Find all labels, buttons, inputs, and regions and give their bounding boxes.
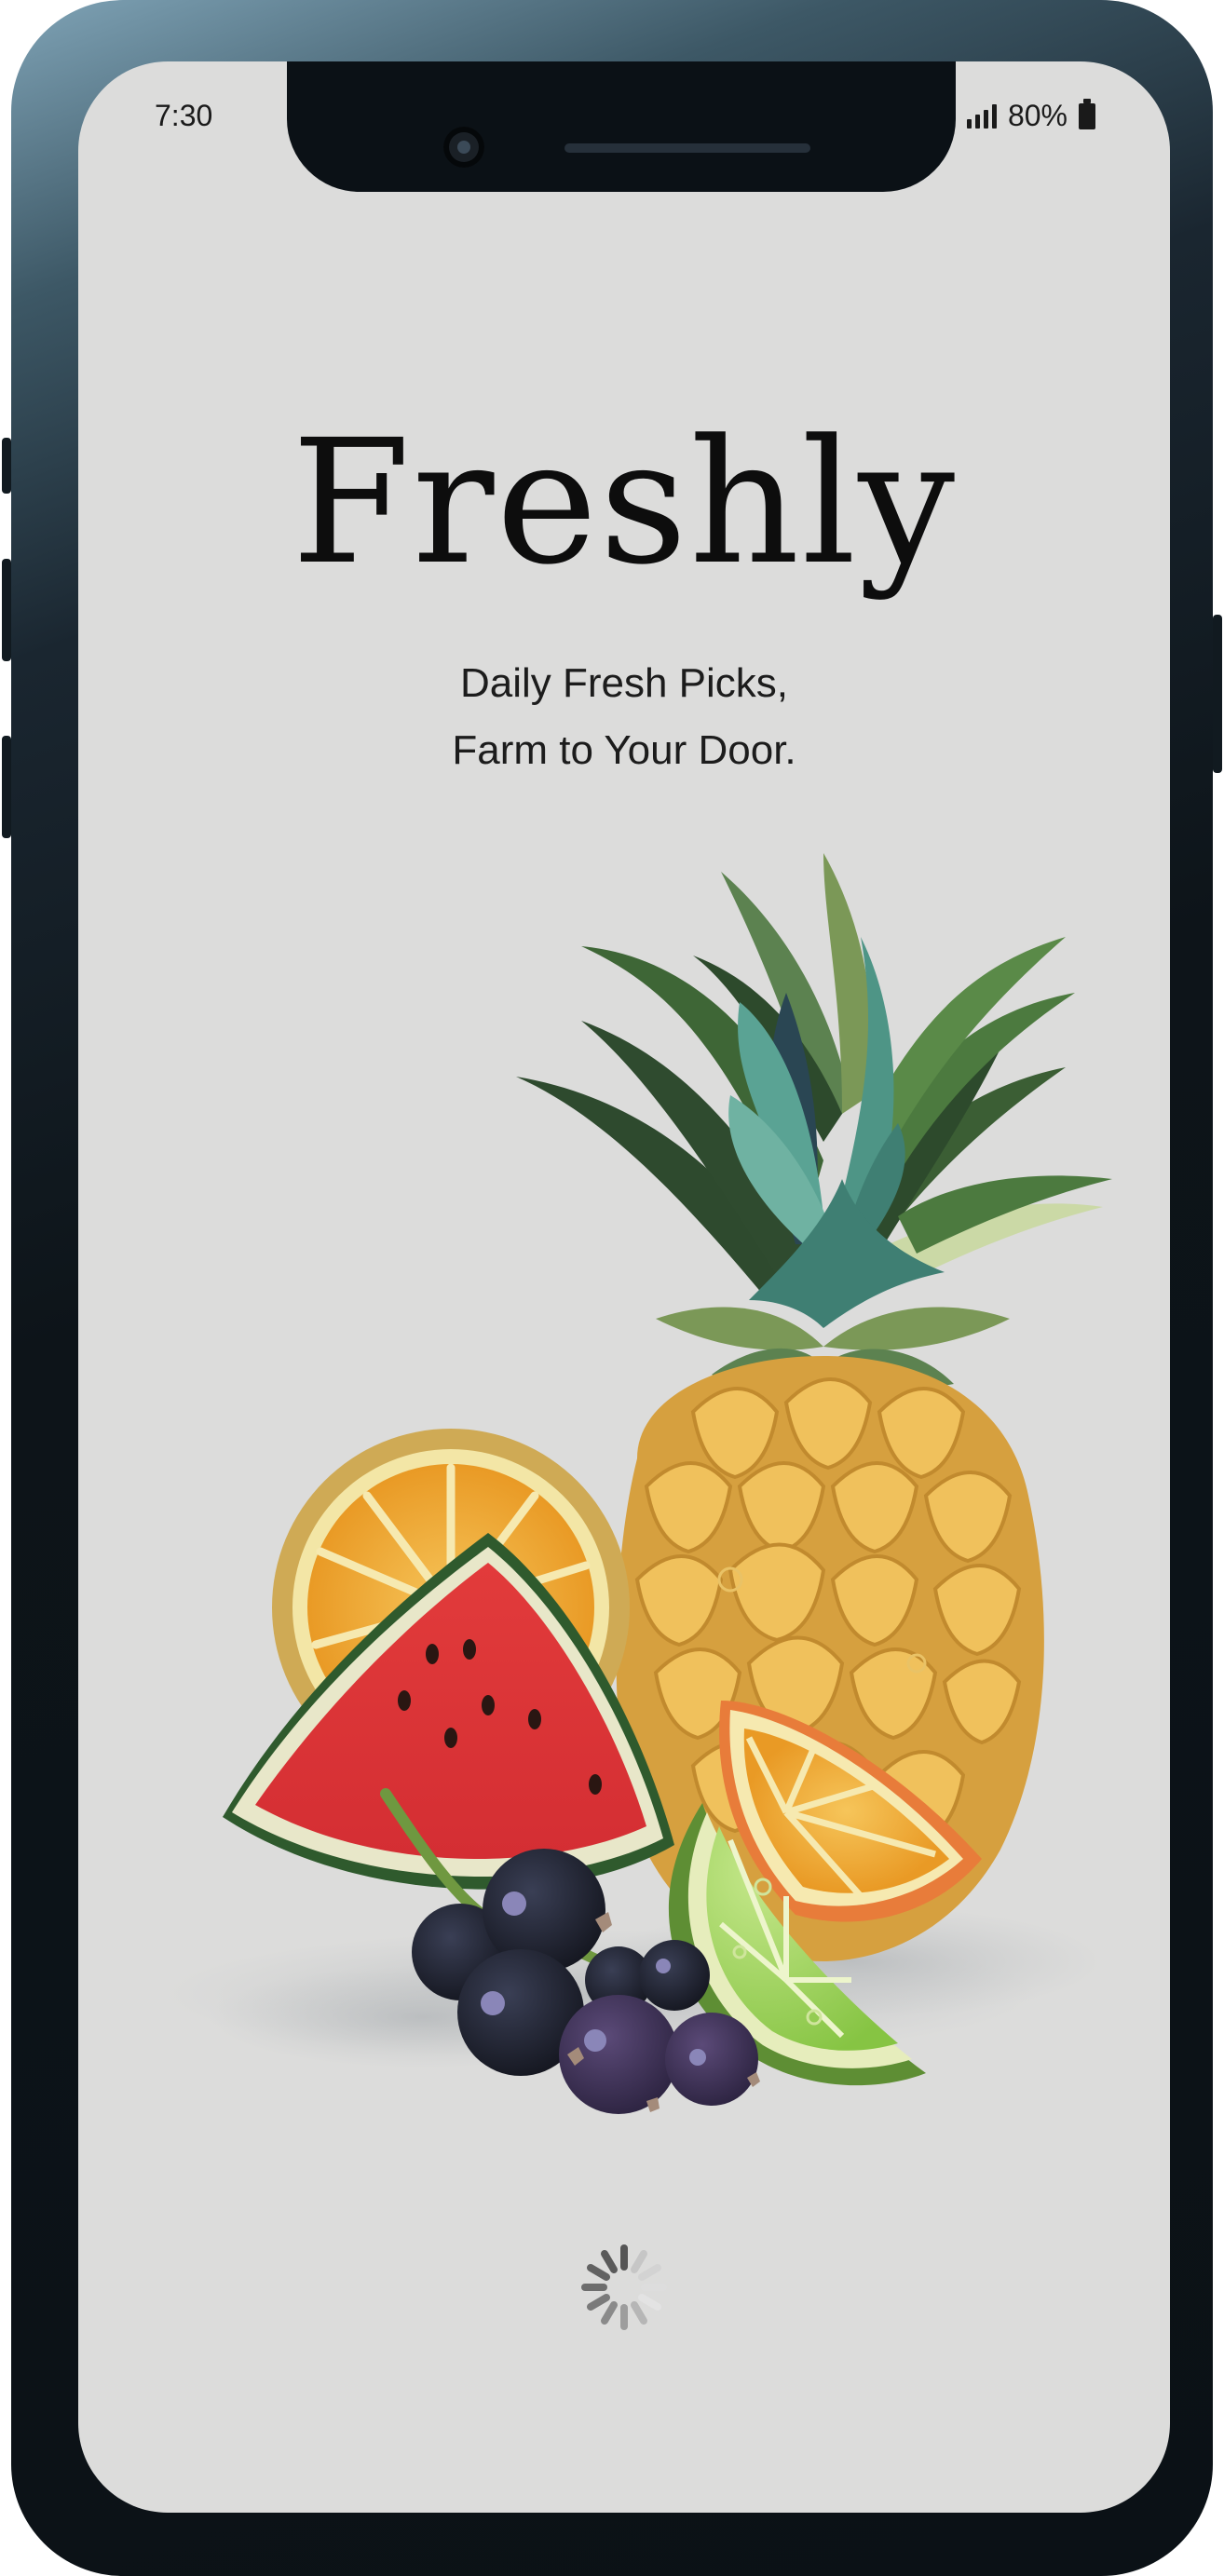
blackcurrants xyxy=(380,1788,760,2114)
status-time: 7:30 xyxy=(155,99,213,132)
signal-icon xyxy=(966,103,997,129)
side-button-left-bottom xyxy=(2,736,11,838)
app-title: Freshly xyxy=(291,403,958,603)
phone-frame: 7:30 80% Freshly Daily Fresh Picks, Farm… xyxy=(2,0,1222,2576)
lime-wedge xyxy=(668,1803,926,2086)
camera-notch xyxy=(287,61,956,192)
front-camera-icon xyxy=(443,127,484,168)
battery-icon xyxy=(1079,98,1095,129)
tagline-line-2: Farm to Your Door. xyxy=(452,727,796,773)
watermelon-slice xyxy=(223,1533,674,1890)
pineapple-body xyxy=(616,1356,1044,1961)
earpiece-speaker xyxy=(564,143,810,153)
loading-spinner-icon xyxy=(581,2244,667,2330)
orange-wedge xyxy=(719,1701,982,1922)
side-button-right xyxy=(1213,615,1222,773)
status-indicators: 80% xyxy=(966,98,1095,133)
splash-screen: 7:30 80% Freshly Daily Fresh Picks, Farm… xyxy=(78,61,1170,2513)
pineapple-crown xyxy=(516,853,1112,1388)
fruit-shadow xyxy=(162,1905,1103,2068)
side-button-left-mid xyxy=(2,559,11,661)
tagline: Daily Fresh Picks, Farm to Your Door. xyxy=(78,650,1170,784)
battery-percent: 80% xyxy=(1007,99,1068,132)
orange-slice xyxy=(272,1429,630,1786)
side-button-left-top xyxy=(2,438,11,494)
tagline-line-1: Daily Fresh Picks, xyxy=(459,660,789,706)
